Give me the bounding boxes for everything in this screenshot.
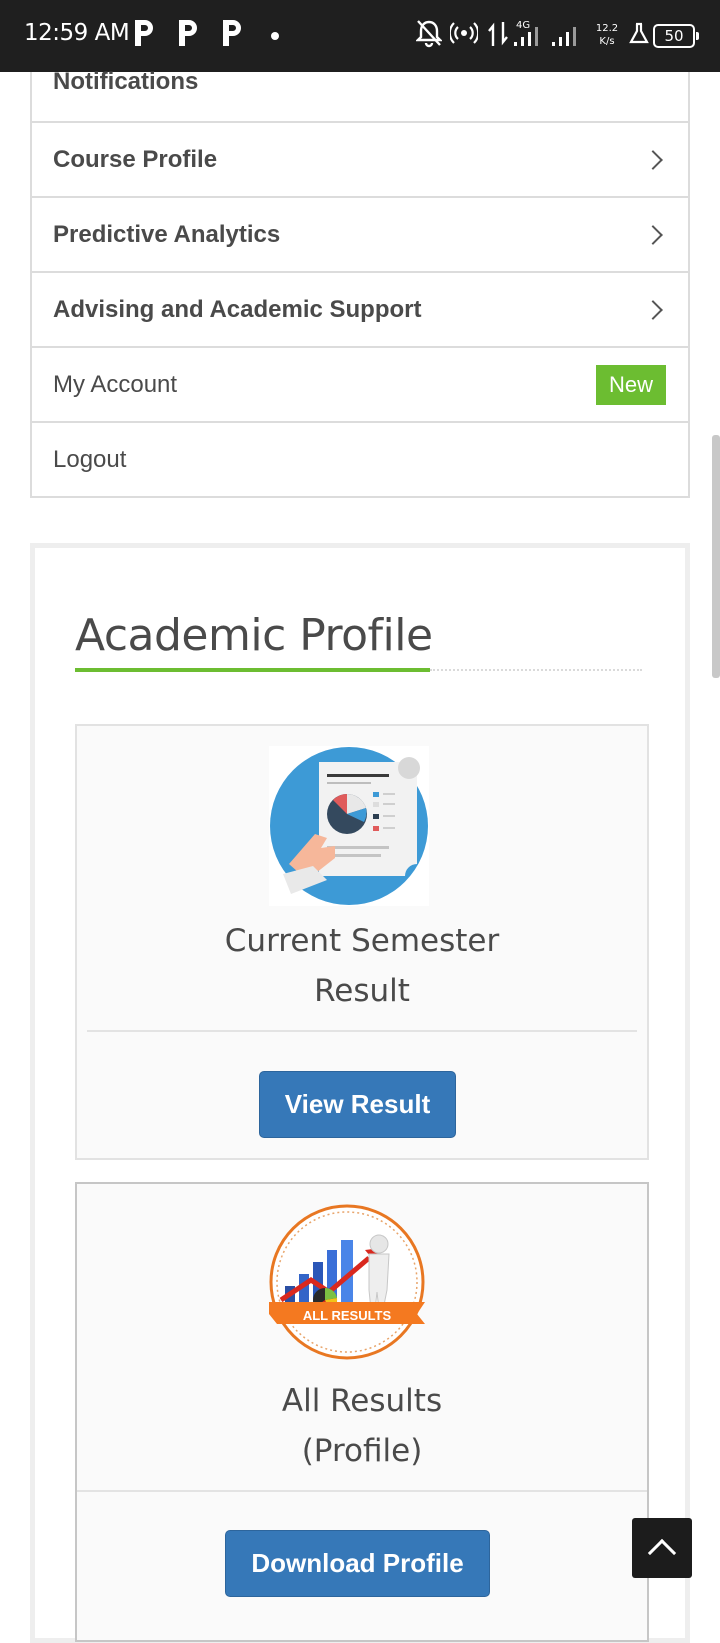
back-to-top-button[interactable] [632,1518,692,1578]
menu-item-notifications[interactable]: Notifications [32,68,688,123]
menu-item-label: Course Profile [53,145,218,173]
current-semester-card: Current Semester Result View Result [75,724,649,1160]
chevron-right-icon [643,149,663,170]
chevron-right-icon [643,299,663,320]
menu-item-label: My Account [53,370,178,398]
chevron-right-icon [643,224,663,245]
new-badge: New [595,364,666,405]
flask-icon [629,22,649,44]
title-underline [75,668,430,672]
download-profile-button[interactable]: Download Profile [225,1530,490,1597]
side-menu: Notifications Course Profile Predictive … [30,68,690,498]
card-caption-line2: Result [314,973,410,1009]
network-speed-unit: K/s [599,36,615,47]
scrollbar-thumb[interactable] [712,435,720,678]
view-result-button[interactable]: View Result [259,1071,456,1138]
section-title: Academic Profile [75,610,433,661]
signal-icon [552,27,576,46]
card-caption-line2: (Profile) [301,1433,423,1469]
menu-item-label: Predictive Analytics [53,220,281,248]
status-time: 12:59 AM [24,20,130,46]
all-results-image-label: ALL RESULTS [303,1308,392,1323]
p-app-icon [179,20,197,46]
menu-item-label: Notifications [53,68,199,95]
academic-profile-panel: Academic Profile Current Semester Result… [30,543,690,1643]
network-speed: 12.2 K/s [595,22,619,48]
title-divider [430,669,642,671]
card-caption-line1: All Results [281,1383,443,1419]
menu-item-course-profile[interactable]: Course Profile [32,123,688,198]
hotspot-icon [450,22,478,44]
status-bar: 12:59 AM 4G 12.2 K/s 50 [0,0,720,72]
menu-item-logout[interactable]: Logout [32,423,688,498]
menu-item-advising-support[interactable]: Advising and Academic Support [32,273,688,348]
p-app-icon [135,20,153,46]
more-notifications-dot [271,32,279,40]
signal-4g-icon: 4G [514,20,538,46]
menu-item-my-account[interactable]: My Account New [32,348,688,423]
p-app-icon [223,20,241,46]
card-divider [87,1030,637,1032]
bell-muted-icon [416,20,442,48]
battery-icon: 50 [653,24,699,48]
data-transfer-icon [488,22,508,46]
network-type-label: 4G [516,20,530,31]
card-divider [77,1490,647,1492]
menu-item-label: Advising and Academic Support [53,295,422,323]
all-results-illustration: ALL RESULTS [269,1204,425,1360]
all-results-card: ALL RESULTS All Results (Profile) Downlo… [75,1182,649,1642]
network-speed-value: 12.2 [595,23,619,34]
menu-item-predictive-analytics[interactable]: Predictive Analytics [32,198,688,273]
menu-item-label: Logout [53,445,127,473]
chevron-up-icon [647,1538,677,1568]
card-caption-line1: Current Semester [224,923,500,959]
report-chart-illustration [269,746,429,906]
